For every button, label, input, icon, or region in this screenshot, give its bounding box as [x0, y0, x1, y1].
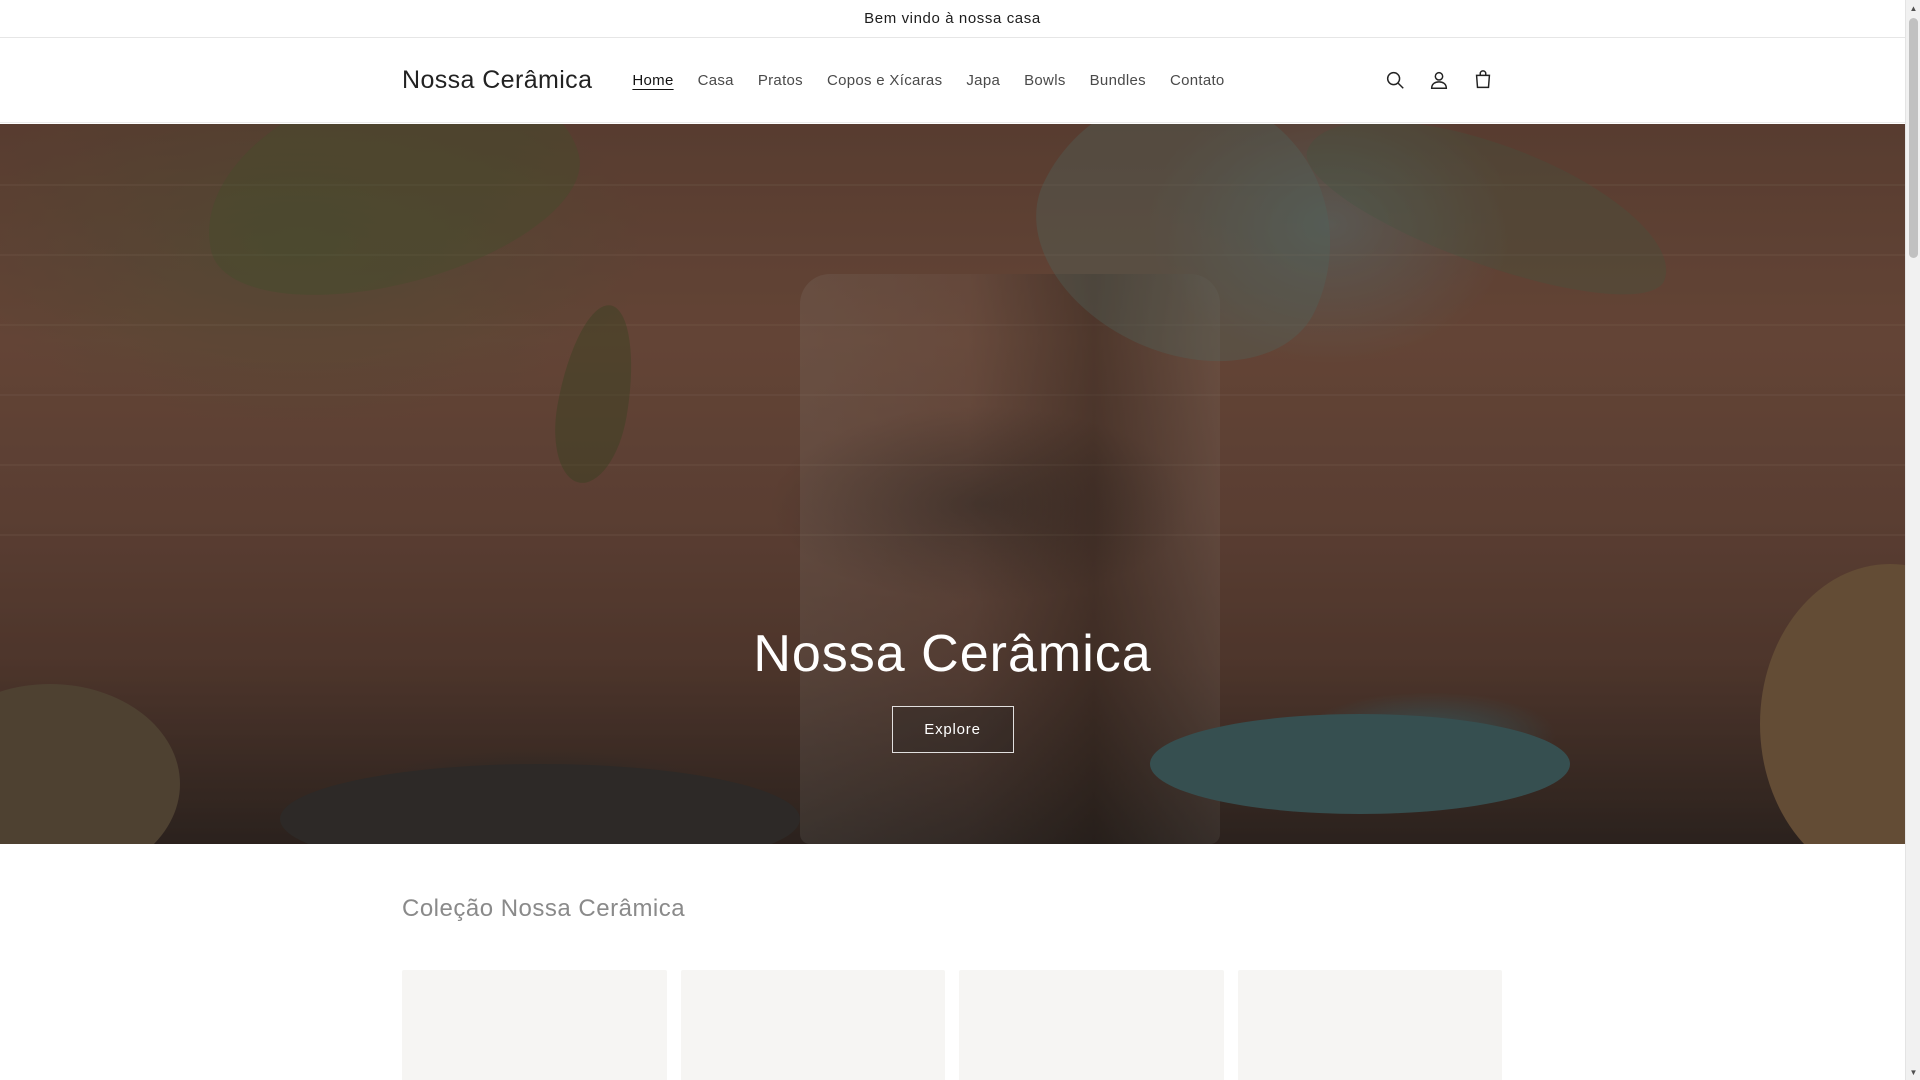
product-card[interactable] [680, 970, 945, 1080]
nav-item-bundles[interactable]: Bundles [1078, 72, 1158, 89]
product-card[interactable] [1237, 970, 1502, 1080]
nav-item-pratos[interactable]: Pratos [746, 72, 815, 89]
product-grid [402, 970, 1502, 1080]
nav-item-bowls[interactable]: Bowls [1012, 72, 1078, 89]
nav-item-contato[interactable]: Contato [1158, 72, 1237, 89]
search-icon [1386, 71, 1404, 89]
page: Bem vindo à nossa casa Nossa Cerâmica Ho… [0, 0, 1905, 1080]
nav-item-casa[interactable]: Casa [686, 72, 746, 89]
product-card[interactable] [959, 970, 1224, 1080]
explore-button[interactable]: Explore [891, 706, 1014, 753]
hero-title: Nossa Cerâmica [753, 625, 1152, 683]
cart-button[interactable] [1463, 60, 1503, 100]
header-icons [1375, 60, 1503, 100]
scroll-thumb[interactable] [1909, 18, 1918, 258]
search-button[interactable] [1375, 60, 1415, 100]
nav-item-copos-e-xicaras[interactable]: Copos e Xícaras [815, 72, 954, 89]
site-header: Nossa Cerâmica Home Casa Pratos Copos e … [0, 38, 1905, 123]
collection-title: Coleção Nossa Cerâmica [402, 895, 686, 922]
nav-item-home[interactable]: Home [620, 72, 685, 89]
collection-section: Coleção Nossa Cerâmica [402, 895, 1502, 923]
cart-icon [1475, 70, 1491, 89]
page-scrollbar[interactable]: ▲ ▼ [1905, 0, 1920, 1080]
account-icon [1430, 71, 1448, 89]
scroll-down-icon[interactable]: ▼ [1906, 1064, 1920, 1080]
site-logo[interactable]: Nossa Cerâmica [402, 66, 592, 95]
scroll-up-icon[interactable]: ▲ [1906, 0, 1920, 16]
announcement-bar: Bem vindo à nossa casa [0, 0, 1905, 38]
announcement-text: Bem vindo à nossa casa [864, 10, 1041, 27]
account-button[interactable] [1419, 60, 1459, 100]
hero-banner: Nossa Cerâmica Explore [0, 124, 1905, 844]
product-card[interactable] [402, 970, 667, 1080]
hero-content: Nossa Cerâmica Explore [0, 624, 1905, 753]
nav-item-japa[interactable]: Japa [954, 72, 1012, 89]
header-inner: Nossa Cerâmica Home Casa Pratos Copos e … [402, 38, 1503, 122]
main-nav: Home Casa Pratos Copos e Xícaras Japa Bo… [620, 72, 1236, 89]
